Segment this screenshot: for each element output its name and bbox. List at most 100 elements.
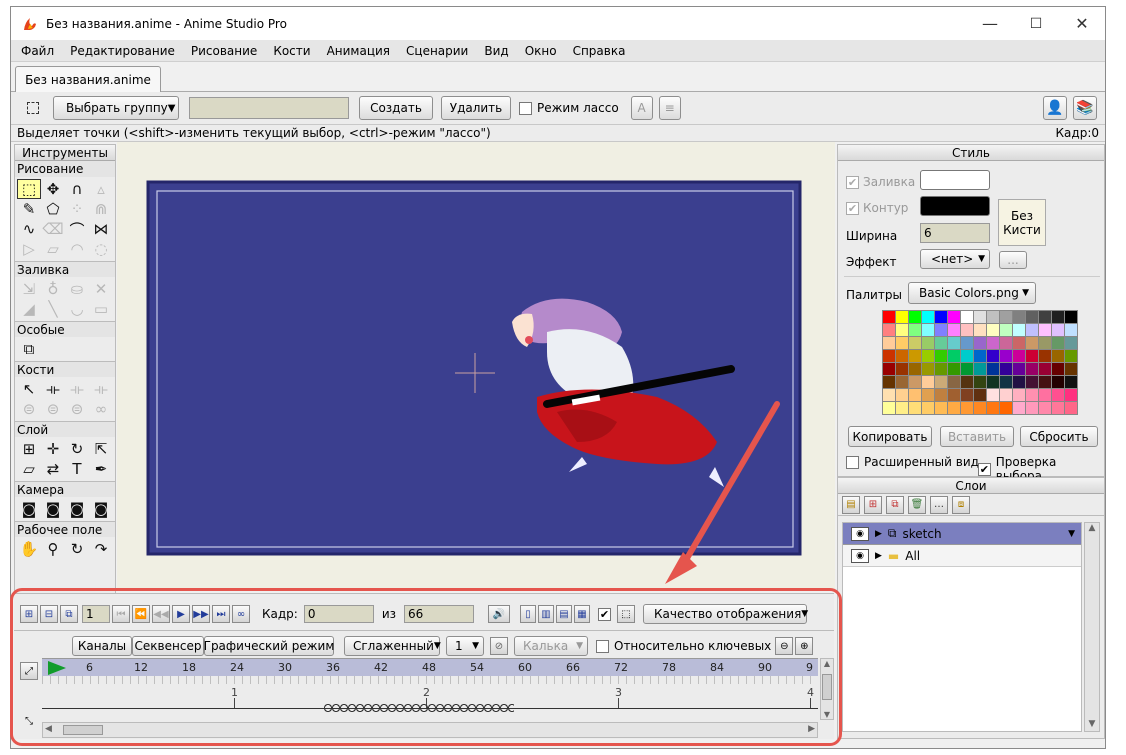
palette-swatch[interactable]	[1039, 337, 1051, 349]
palette-swatch[interactable]	[1065, 363, 1077, 375]
palette-swatch[interactable]	[1013, 363, 1025, 375]
palette-swatch[interactable]	[1000, 337, 1012, 349]
stroke-checkbox[interactable]: ✔	[846, 201, 859, 215]
palette-swatch[interactable]	[922, 350, 934, 362]
palette-swatch[interactable]	[961, 350, 973, 362]
palette-swatch[interactable]	[935, 363, 947, 375]
palette-swatch[interactable]	[1065, 311, 1077, 323]
palette-dropdown[interactable]: Basic Colors.png ▼	[908, 282, 1036, 304]
palette-swatch[interactable]	[987, 311, 999, 323]
rotate-points-tool-icon[interactable]: ⁘	[65, 199, 89, 219]
palette-swatch[interactable]	[1013, 311, 1025, 323]
palette-swatch[interactable]	[883, 337, 895, 349]
library-icon[interactable]: 📚	[1073, 96, 1097, 120]
delete-layer-icon[interactable]: 🗑	[908, 495, 926, 514]
create-shape-tool-icon[interactable]: ♁	[41, 279, 65, 299]
palette-swatch[interactable]	[1065, 402, 1077, 414]
tab-graph-mode[interactable]: Графический режим	[204, 636, 334, 656]
sound-icon[interactable]: 🔊	[488, 605, 511, 623]
magnet-tool-icon[interactable]: ⋒	[89, 199, 113, 219]
scroll-left-icon[interactable]: ◀	[45, 724, 52, 734]
step-back-icon[interactable]: ◀◀	[152, 605, 170, 623]
palette-swatch[interactable]	[1026, 376, 1038, 388]
palette-swatch[interactable]	[961, 389, 973, 401]
curve-profile-tool-icon[interactable]: ▭	[89, 299, 113, 319]
bend-tool-icon[interactable]: ▱	[41, 239, 65, 259]
palette-swatch[interactable]	[909, 402, 921, 414]
palette-swatch[interactable]	[922, 363, 934, 375]
frame-bounds-icon[interactable]: ⬚	[617, 605, 636, 623]
palette-swatch[interactable]	[1052, 402, 1064, 414]
paste-button[interactable]: Вставить	[940, 426, 1014, 447]
interpolation-num-dropdown[interactable]: 1 ▼	[446, 636, 484, 656]
reset-button[interactable]: Сбросить	[1020, 426, 1098, 447]
transform-bone-tool-icon[interactable]: ⟛	[41, 379, 65, 399]
display-toggle-checkbox[interactable]: ✔	[598, 607, 612, 621]
palette-swatch[interactable]	[1052, 363, 1064, 375]
palette-swatch[interactable]	[974, 376, 986, 388]
set-origin-tool-icon[interactable]: ⊞	[17, 439, 41, 459]
palette-swatch[interactable]	[1013, 337, 1025, 349]
palette-swatch[interactable]	[987, 376, 999, 388]
palette-swatch[interactable]	[987, 350, 999, 362]
palette-swatch[interactable]	[1039, 350, 1051, 362]
palette-swatch[interactable]	[1039, 324, 1051, 336]
duplicate-layer-icon[interactable]: ⧉	[886, 495, 904, 514]
menu-bones[interactable]: Кости	[265, 44, 318, 58]
palette-swatch[interactable]	[896, 389, 908, 401]
palette-swatch[interactable]	[883, 376, 895, 388]
point-hide-tool-icon[interactable]: ◌	[89, 239, 113, 259]
next-key-icon[interactable]: ⏭	[212, 605, 230, 623]
document-tab[interactable]: Без названия.anime	[15, 66, 161, 92]
palette-swatch[interactable]	[1026, 337, 1038, 349]
create-button[interactable]: Создать	[359, 96, 433, 120]
shear-tool-icon[interactable]: ▷	[17, 239, 41, 259]
expand-arrow-icon[interactable]: ▶	[875, 551, 882, 561]
palette-swatch[interactable]	[896, 324, 908, 336]
menu-file[interactable]: Файл	[13, 44, 62, 58]
palette-swatch[interactable]	[922, 389, 934, 401]
palette-swatch[interactable]	[909, 376, 921, 388]
palette-swatch[interactable]	[883, 363, 895, 375]
palette-swatch[interactable]	[987, 324, 999, 336]
palette-swatch[interactable]	[1000, 389, 1012, 401]
palette-swatch[interactable]	[909, 311, 921, 323]
shear-layer-tool-icon[interactable]: ▱	[17, 459, 41, 479]
palette-swatch[interactable]	[909, 324, 921, 336]
shape-tool-icon[interactable]: ⬠	[41, 199, 65, 219]
palette-swatch[interactable]	[935, 389, 947, 401]
palette-swatch[interactable]	[1013, 350, 1025, 362]
palette-swatch[interactable]	[935, 402, 947, 414]
palette-swatch[interactable]	[1039, 389, 1051, 401]
palette-swatch[interactable]	[1000, 376, 1012, 388]
scroll-down-icon[interactable]: ▼	[1085, 719, 1099, 729]
color-palette-grid[interactable]	[882, 310, 1078, 415]
menu-draw[interactable]: Рисование	[183, 44, 265, 58]
view-quad-icon[interactable]: ▦	[574, 605, 591, 623]
minimize-button[interactable]: —	[967, 7, 1013, 40]
first-frame-icon[interactable]: ⏮	[112, 605, 130, 623]
palette-swatch[interactable]	[948, 311, 960, 323]
interpolation-dropdown[interactable]: Сглаженный ▼	[344, 636, 441, 656]
remove-keyframe-icon[interactable]: ⊟	[40, 605, 58, 623]
palette-swatch[interactable]	[883, 324, 895, 336]
palette-swatch[interactable]	[948, 402, 960, 414]
layers-scrollbar[interactable]: ▲ ▼	[1084, 522, 1100, 732]
frame-ruler[interactable]: 6 12 18 24 30 36 42 48 54 60 66 72 78 84 90 9	[42, 658, 818, 676]
palette-swatch[interactable]	[896, 363, 908, 375]
reparent-bone-tool-icon[interactable]: ⟛	[89, 379, 113, 399]
palette-swatch[interactable]	[961, 324, 973, 336]
select-shape-tool-icon[interactable]: ⇲	[17, 279, 41, 299]
curvature-tool-icon[interactable]: ∩	[65, 179, 89, 199]
eye-icon[interactable]: ◉	[851, 526, 869, 541]
palette-swatch[interactable]	[1065, 376, 1077, 388]
palette-swatch[interactable]	[1013, 376, 1025, 388]
palette-swatch[interactable]	[1052, 337, 1064, 349]
palette-swatch[interactable]	[1000, 363, 1012, 375]
scale-points-tool-icon[interactable]: ▵	[89, 179, 113, 199]
palette-swatch[interactable]	[961, 376, 973, 388]
palette-swatch[interactable]	[974, 389, 986, 401]
palette-swatch[interactable]	[896, 402, 908, 414]
current-frame-input[interactable]: 0	[303, 605, 374, 623]
palette-swatch[interactable]	[935, 350, 947, 362]
